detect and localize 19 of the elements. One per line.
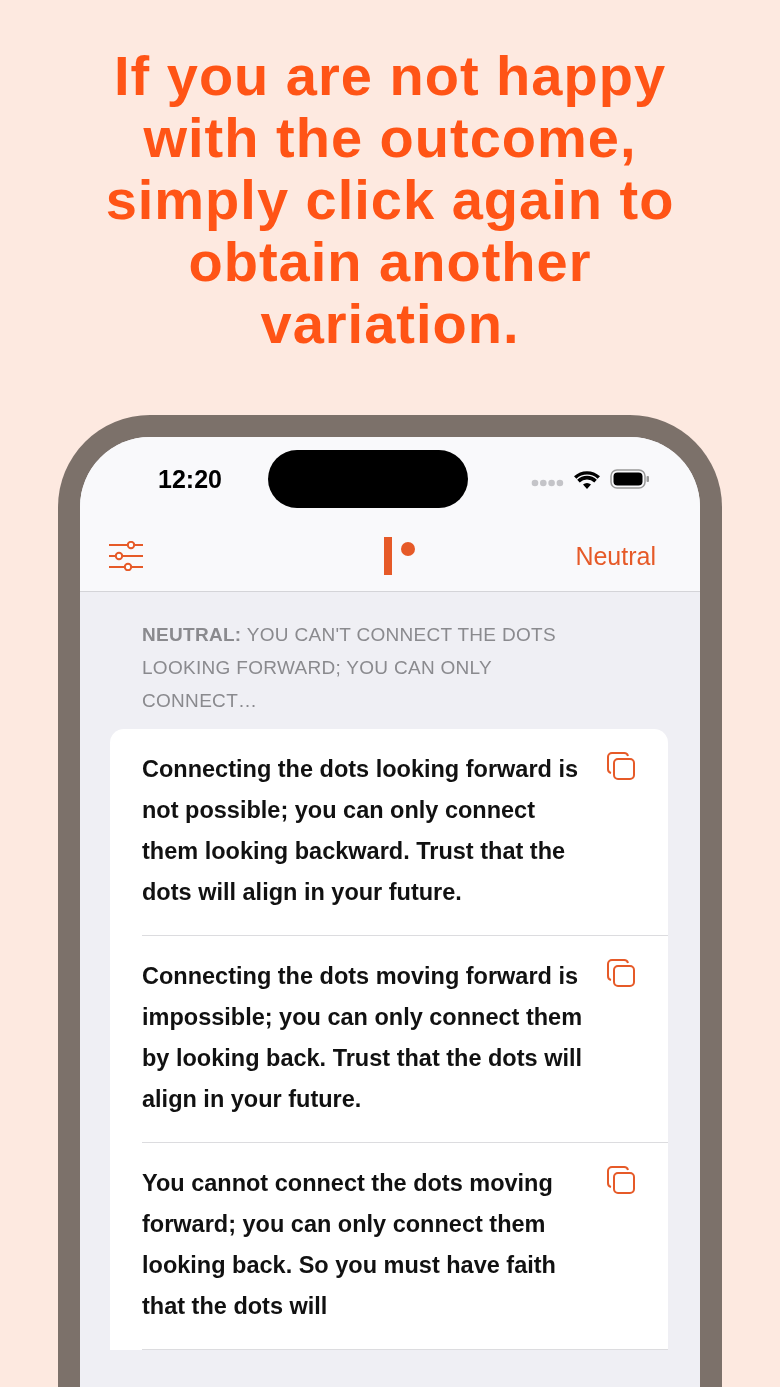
logo-icon: [383, 537, 416, 575]
prompt-text: NEUTRAL: YOU CAN'T CONNECT THE DOTS LOOKING FORWARD; YOU CAN ONLY CONNECT…: [142, 623, 557, 713]
copy-icon: [606, 751, 636, 781]
result-text: Connecting the dots moving forward is impossible; you can only connect them by looking back. Trust that the dots will align in your future.: [142, 962, 584, 1114]
copy-button[interactable]: [606, 751, 636, 781]
tone-button[interactable]: Neutral: [575, 541, 656, 571]
battery-icon: [610, 469, 650, 489]
result-text: Connecting the dots looking forward is not possible; you can only connect them looking backward. Trust that the dots will align in your future.: [142, 755, 580, 907]
copy-icon: [606, 958, 636, 988]
wifi-icon: [574, 469, 600, 489]
sliders-icon: [108, 541, 144, 571]
signal-icon: [531, 479, 564, 487]
result-text: You cannot connect the dots moving forward; you can only connect them looking back. So you must have faith that the dots will: [142, 1169, 557, 1321]
copy-button[interactable]: [606, 958, 636, 988]
headline: If you are not happy with the outcome, simply click again to obtain another variation.: [104, 43, 676, 355]
copy-button[interactable]: [606, 1165, 636, 1195]
status-time: 12:20: [158, 464, 222, 494]
settings-button[interactable]: [108, 541, 144, 571]
copy-icon: [606, 1165, 636, 1195]
